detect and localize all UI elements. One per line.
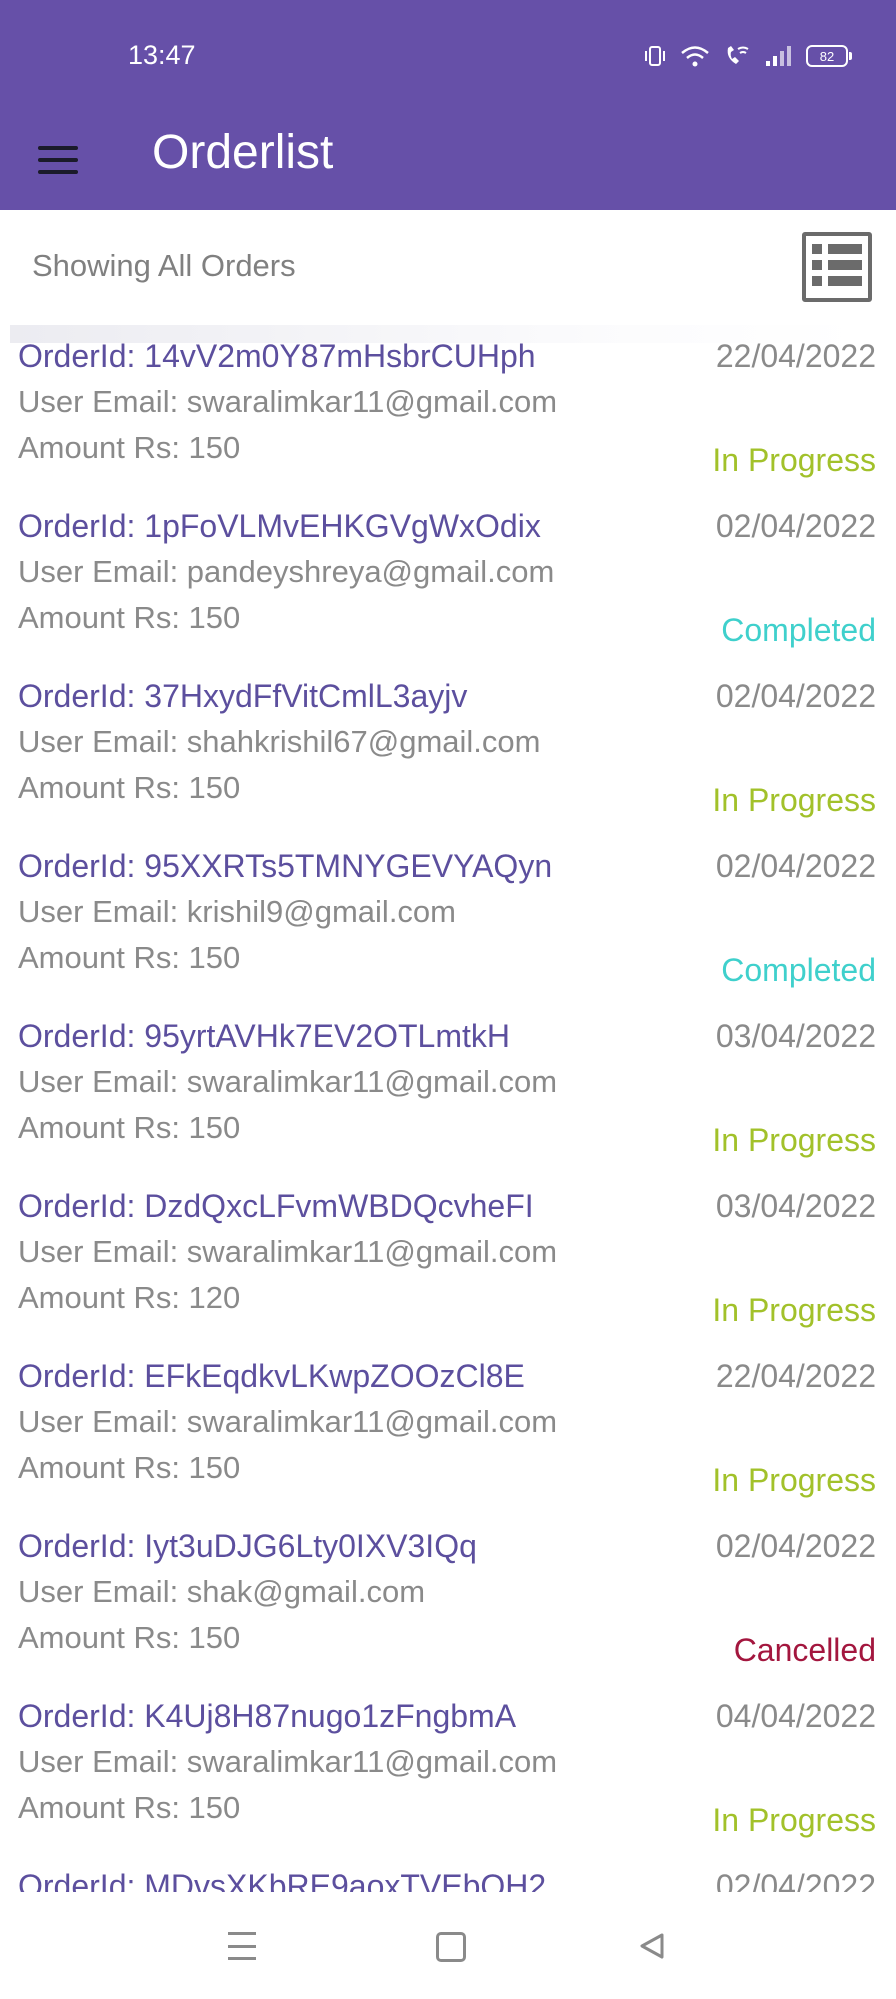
order-amount: Amount Rs: 150 — [18, 770, 241, 805]
order-status: In Progress — [712, 1462, 876, 1498]
order-item[interactable]: OrderId: K4Uj8H87nugo1zFngbmA User Email:… — [0, 1692, 896, 1862]
recents-icon[interactable] — [228, 1932, 256, 1960]
order-email: User Email: krishil9@gmail.com — [18, 894, 456, 929]
order-item[interactable]: OrderId: 1pFoVLMvEHKGVgWxOdix User Email:… — [0, 502, 896, 672]
order-item[interactable]: OrderId: DzdQxcLFvmWBDQcvheFI User Email:… — [0, 1182, 896, 1352]
order-item[interactable]: OrderId: Iyt3uDJG6Lty0IXV3IQq User Email:… — [0, 1522, 896, 1692]
order-amount: Amount Rs: 150 — [18, 430, 241, 465]
order-status: Completed — [721, 612, 876, 648]
order-amount: Amount Rs: 150 — [18, 940, 241, 975]
status-time: 13:47 — [128, 40, 196, 70]
hamburger-menu-icon[interactable] — [38, 138, 82, 182]
order-id: OrderId: K4Uj8H87nugo1zFngbmA — [18, 1698, 517, 1734]
order-date: 02/04/2022 — [715, 1868, 876, 1892]
order-date: 02/04/2022 — [715, 848, 876, 884]
back-icon[interactable] — [638, 1932, 666, 1960]
order-email: User Email: swaralimkar11@gmail.com — [18, 1234, 558, 1269]
order-status: In Progress — [712, 1292, 876, 1328]
order-date: 02/04/2022 — [715, 678, 876, 714]
order-id: OrderId: 1pFoVLMvEHKGVgWxOdix — [18, 508, 541, 544]
home-icon[interactable] — [436, 1932, 466, 1962]
order-amount: Amount Rs: 150 — [18, 1620, 241, 1655]
order-item[interactable]: OrderId: 14vV2m0Y87mHsbrCUHph User Email:… — [0, 332, 896, 502]
order-id: OrderId: Iyt3uDJG6Lty0IXV3IQq — [18, 1528, 477, 1564]
order-item[interactable]: OrderId: MDvsXKbRE9aoxTVEbQH2 02/04/2022 — [0, 1862, 896, 1892]
list-view-icon[interactable] — [802, 232, 872, 302]
order-id: OrderId: 95yrtAVHk7EV2OTLmtkH — [18, 1018, 510, 1054]
order-amount: Amount Rs: 150 — [18, 1450, 241, 1485]
order-status: In Progress — [712, 1122, 876, 1158]
sub-header: Showing All Orders — [0, 210, 896, 330]
order-date: 03/04/2022 — [715, 1018, 876, 1054]
order-email: User Email: shak@gmail.com — [18, 1574, 426, 1609]
order-date: 22/04/2022 — [715, 338, 876, 374]
order-date: 04/04/2022 — [715, 1698, 876, 1734]
battery-icon: 82 — [806, 45, 852, 67]
order-date: 02/04/2022 — [715, 1528, 876, 1564]
showing-label: Showing All Orders — [32, 248, 296, 283]
order-email: User Email: pandeyshreya@gmail.com — [18, 554, 555, 589]
order-id: OrderId: 14vV2m0Y87mHsbrCUHph — [18, 338, 536, 374]
order-id: OrderId: 95XXRTs5TMNYGEVYAQyn — [18, 848, 553, 884]
order-id: OrderId: MDvsXKbRE9aoxTVEbQH2 — [18, 1868, 547, 1892]
order-date: 03/04/2022 — [715, 1188, 876, 1224]
status-icons: 82 — [644, 44, 852, 68]
order-id: OrderId: EFkEqdkvLKwpZOOzCl8E — [18, 1358, 525, 1394]
system-nav-bar — [0, 1892, 896, 1999]
app-bar: Orderlist — [0, 112, 896, 210]
order-amount: Amount Rs: 150 — [18, 1790, 241, 1825]
order-email: User Email: swaralimkar11@gmail.com — [18, 1064, 558, 1099]
vibrate-icon — [645, 46, 665, 66]
order-list[interactable]: OrderId: 14vV2m0Y87mHsbrCUHph User Email:… — [0, 332, 896, 1892]
order-status: In Progress — [712, 442, 876, 478]
order-email: User Email: shahkrishil67@gmail.com — [18, 724, 541, 759]
order-amount: Amount Rs: 150 — [18, 600, 241, 635]
order-email: User Email: swaralimkar11@gmail.com — [18, 1744, 558, 1779]
order-status: In Progress — [712, 782, 876, 818]
order-email: User Email: swaralimkar11@gmail.com — [18, 1404, 558, 1439]
order-date: 02/04/2022 — [715, 508, 876, 544]
order-item[interactable]: OrderId: 95XXRTs5TMNYGEVYAQyn User Email:… — [0, 842, 896, 1012]
wifi-icon — [681, 46, 709, 67]
signal-icon — [766, 46, 791, 66]
order-amount: Amount Rs: 150 — [18, 1110, 241, 1145]
order-item[interactable]: OrderId: 95yrtAVHk7EV2OTLmtkH User Email:… — [0, 1012, 896, 1182]
order-id: OrderId: 37HxydFfVitCmlL3ayjv — [18, 678, 468, 714]
order-status: In Progress — [712, 1802, 876, 1838]
order-status: Cancelled — [733, 1632, 876, 1668]
order-id: OrderId: DzdQxcLFvmWBDQcvheFI — [18, 1188, 534, 1224]
order-item[interactable]: OrderId: EFkEqdkvLKwpZOOzCl8E User Email:… — [0, 1352, 896, 1522]
wifi-call-icon — [727, 46, 749, 64]
order-amount: Amount Rs: 120 — [18, 1280, 241, 1315]
page-title: Orderlist — [152, 126, 334, 179]
order-item[interactable]: OrderId: 37HxydFfVitCmlL3ayjv User Email:… — [0, 672, 896, 842]
order-date: 22/04/2022 — [715, 1358, 876, 1394]
order-status: Completed — [721, 952, 876, 988]
order-email: User Email: swaralimkar11@gmail.com — [18, 384, 558, 419]
status-bar: 13:47 82 — [0, 0, 896, 112]
